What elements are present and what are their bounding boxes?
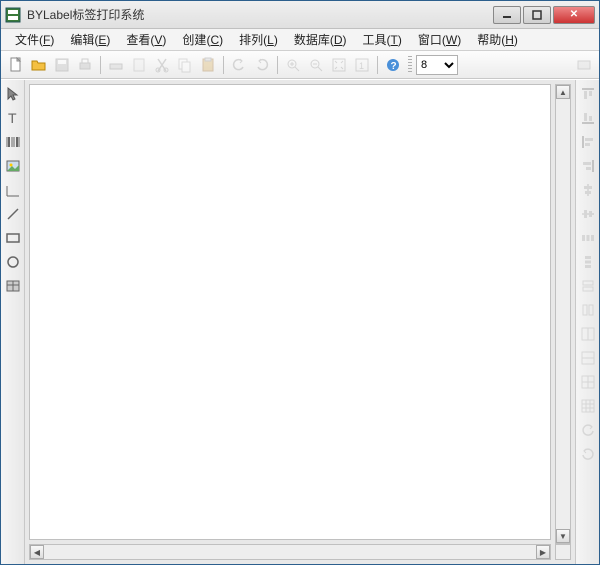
grid-a-button[interactable] xyxy=(578,324,598,344)
zoom-out-button[interactable] xyxy=(305,54,327,76)
center-h-button[interactable] xyxy=(578,180,598,200)
menu-edit[interactable]: 编辑(E) xyxy=(62,29,118,50)
align-bottom-button[interactable] xyxy=(578,108,598,128)
right-tool-button[interactable] xyxy=(573,54,595,76)
maximize-button[interactable] xyxy=(523,6,551,24)
pointer-tool[interactable] xyxy=(3,84,23,104)
right-toolbox xyxy=(575,80,599,564)
toolbar-grip xyxy=(408,56,412,74)
undo-button[interactable] xyxy=(228,54,250,76)
redo-button[interactable] xyxy=(251,54,273,76)
svg-text:?: ? xyxy=(391,61,397,72)
toolbar-sep xyxy=(277,56,278,74)
app-icon xyxy=(5,7,21,23)
svg-text:T: T xyxy=(8,110,17,126)
printer-setup-button[interactable] xyxy=(105,54,127,76)
left-toolbox: T xyxy=(1,80,25,564)
scroll-corner xyxy=(555,544,571,560)
menu-database[interactable]: 数据库(D) xyxy=(286,29,355,50)
title-bar: BYLabel标签打印系统 ✕ xyxy=(1,1,599,29)
zoom-in-button[interactable] xyxy=(282,54,304,76)
close-button[interactable]: ✕ xyxy=(553,6,595,24)
paste-button[interactable] xyxy=(197,54,219,76)
align-top-button[interactable] xyxy=(578,84,598,104)
rectangle-tool[interactable] xyxy=(3,228,23,248)
save-button[interactable] xyxy=(51,54,73,76)
menu-help[interactable]: 帮助(H) xyxy=(469,29,526,50)
toolbar-sep xyxy=(377,56,378,74)
svg-text:1: 1 xyxy=(359,61,364,71)
distribute-v-button[interactable] xyxy=(578,252,598,272)
rotate-ccw-button[interactable] xyxy=(578,420,598,440)
new-file-button[interactable] xyxy=(5,54,27,76)
align-left-button[interactable] xyxy=(578,132,598,152)
text-tool[interactable]: T xyxy=(3,108,23,128)
center-v-button[interactable] xyxy=(578,204,598,224)
window-buttons: ✕ xyxy=(493,6,595,24)
scroll-left-icon[interactable]: ◀ xyxy=(30,545,44,559)
grid-c-button[interactable] xyxy=(578,372,598,392)
distribute-h-button[interactable] xyxy=(578,228,598,248)
help-button[interactable]: ? xyxy=(382,54,404,76)
hline-tool[interactable] xyxy=(3,180,23,200)
menu-window[interactable]: 窗口(W) xyxy=(410,29,469,50)
polygon-tool[interactable] xyxy=(3,276,23,296)
copy-button[interactable] xyxy=(174,54,196,76)
barcode-tool[interactable] xyxy=(3,132,23,152)
actual-size-button[interactable]: 1 xyxy=(351,54,373,76)
grid-b-button[interactable] xyxy=(578,348,598,368)
window-frame: BYLabel标签打印系统 ✕ 文件(F) 编辑(E) 查看(V) 创建(C) … xyxy=(0,0,600,565)
toolbar-sep xyxy=(100,56,101,74)
image-tool[interactable] xyxy=(3,156,23,176)
line-tool[interactable] xyxy=(3,204,23,224)
window-title: BYLabel标签打印系统 xyxy=(27,6,493,23)
rotate-cw-button[interactable] xyxy=(578,444,598,464)
horizontal-scrollbar[interactable]: ◀ ▶ xyxy=(29,544,551,560)
print-button[interactable] xyxy=(74,54,96,76)
zoom-select[interactable]: 8 xyxy=(416,55,458,75)
scroll-up-icon[interactable]: ▲ xyxy=(556,85,570,99)
menu-tools[interactable]: 工具(T) xyxy=(355,29,410,50)
minimize-button[interactable] xyxy=(493,6,521,24)
same-height-button[interactable] xyxy=(578,300,598,320)
circle-tool[interactable] xyxy=(3,252,23,272)
canvas-container: ▲ ▼ ◀ ▶ xyxy=(25,80,575,564)
same-width-button[interactable] xyxy=(578,276,598,296)
scroll-right-icon[interactable]: ▶ xyxy=(536,545,550,559)
menu-view[interactable]: 查看(V) xyxy=(118,29,174,50)
body-area: T ▲ ▼ ◀ ▶ xyxy=(1,79,599,564)
canvas[interactable] xyxy=(29,84,551,540)
menu-arrange[interactable]: 排列(L) xyxy=(231,29,286,50)
scroll-down-icon[interactable]: ▼ xyxy=(556,529,570,543)
menu-create[interactable]: 创建(C) xyxy=(174,29,231,50)
page-setup-button[interactable] xyxy=(128,54,150,76)
grid-d-button[interactable] xyxy=(578,396,598,416)
align-right-button[interactable] xyxy=(578,156,598,176)
vertical-scrollbar[interactable]: ▲ ▼ xyxy=(555,84,571,544)
main-toolbar: 1 ? 8 xyxy=(1,51,599,79)
toolbar-sep xyxy=(223,56,224,74)
menu-file[interactable]: 文件(F) xyxy=(7,29,62,50)
menu-bar: 文件(F) 编辑(E) 查看(V) 创建(C) 排列(L) 数据库(D) 工具(… xyxy=(1,29,599,51)
open-button[interactable] xyxy=(28,54,50,76)
cut-button[interactable] xyxy=(151,54,173,76)
fit-screen-button[interactable] xyxy=(328,54,350,76)
